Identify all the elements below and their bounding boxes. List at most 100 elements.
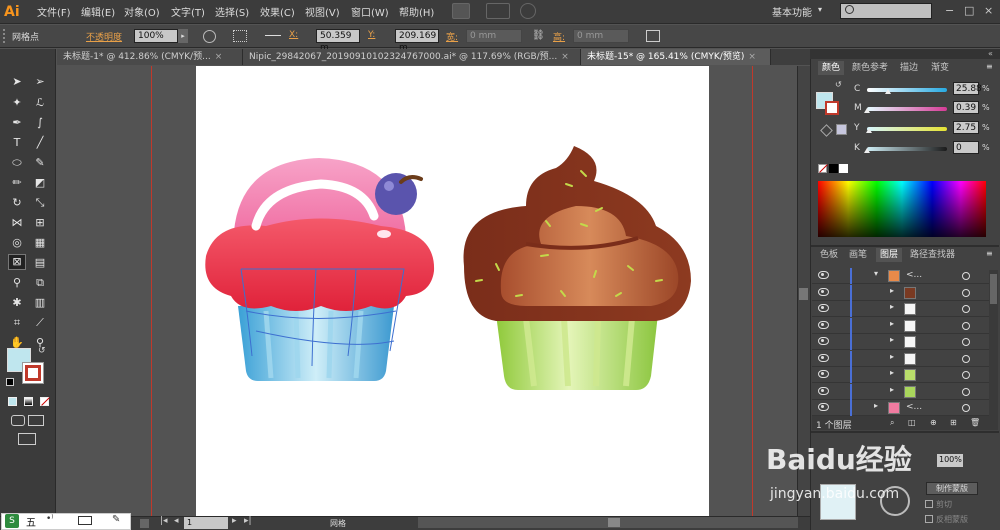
chocolate-cupcake[interactable] [463,146,691,390]
channel-y-value[interactable]: 2.75 [953,121,979,134]
restore-button[interactable]: □ [964,4,974,17]
ime-punctuation-icon[interactable]: •⁾ [46,514,54,524]
link-icon[interactable]: ⛓ [532,30,545,41]
scale-tool-icon[interactable]: ⤡ [33,196,47,210]
expand-right-icon[interactable]: ▸ [890,286,894,295]
menu-view[interactable]: 视图(V) [305,4,340,19]
ime-logo-icon[interactable]: S [5,514,19,528]
width-field[interactable]: 0 mm [466,29,522,43]
target-circle-icon[interactable] [962,288,970,297]
slice-tool-icon[interactable]: ⟋ [33,316,47,330]
menu-window[interactable]: 窗口(W) [351,4,389,19]
channel-c-slider[interactable] [867,88,947,92]
page-field[interactable]: 1 [184,517,228,529]
target-circle-icon[interactable] [962,305,970,313]
opacity-label[interactable]: 不透明度 [86,30,122,43]
visibility-eye-icon[interactable] [818,287,829,296]
visibility-eye-icon[interactable] [818,370,829,378]
invert-mask-checkbox[interactable] [925,515,933,523]
free-transform-tool-icon[interactable]: ⊞ [33,216,47,230]
color-spectrum[interactable] [818,181,986,237]
tab-document-1[interactable]: 未标题-1* @ 412.86% (CMYK/预... × [57,49,243,65]
height-field[interactable]: 0 mm [573,29,629,43]
artwork[interactable] [196,66,709,516]
target-circle-icon[interactable] [962,404,970,412]
rotate-tool-icon[interactable]: ↻ [10,196,24,210]
expand-down-icon[interactable]: ▾ [874,269,878,278]
recolor-icon[interactable] [203,30,216,43]
make-mask-button[interactable]: 制作蒙版 [926,482,978,495]
collapse-panel-icon[interactable]: « [988,49,993,58]
layers-scrollbar-thumb[interactable] [990,274,997,304]
minimize-button[interactable]: − [945,4,954,17]
visibility-eye-icon[interactable] [818,304,829,312]
clipping-mask-icon[interactable]: ◫ [908,418,916,427]
tab-pathfinder[interactable]: 路径查找器 [906,248,959,262]
menu-edit[interactable]: 编辑(E) [81,4,115,19]
delete-layer-icon[interactable]: 🗑 [970,418,980,427]
pink-cupcake[interactable] [205,158,435,381]
expand-right-icon[interactable]: ▸ [890,385,894,394]
tab-layers[interactable]: 图层 [876,248,903,262]
white-swatch[interactable] [839,164,848,173]
layer-row[interactable]: ▸ [812,383,998,400]
menu-object[interactable]: 对象(O) [124,4,160,19]
swap-colors-icon[interactable]: ↺ [835,80,842,89]
channel-k-slider[interactable] [867,147,947,151]
ime-mode[interactable]: 五 [26,514,36,529]
opacity-dropdown-icon[interactable]: ▸ [178,29,188,43]
layer-row[interactable]: ▸ [812,284,998,301]
zoom-dropdown[interactable] [140,519,149,528]
close-icon[interactable]: × [748,52,756,62]
target-circle-icon[interactable] [962,387,970,396]
eyedropper-tool-icon[interactable]: ⚲ [10,276,24,290]
mesh-tool-icon[interactable]: ⊠ [8,254,26,270]
expand-right-icon[interactable]: ▸ [890,319,894,328]
layer-row[interactable]: ▸ [812,367,998,383]
swap-fill-stroke-icon[interactable]: ↺ [38,346,46,356]
artboard-tool-icon[interactable]: ⌗ [10,316,24,330]
search-input[interactable] [840,3,932,19]
tab-document-2[interactable]: Nipic_29842067_20190910102324767000.ai* … [243,49,581,65]
line-tool-icon[interactable]: ╱ [33,136,47,150]
y-coordinate-field[interactable]: 209.169 m [395,29,439,53]
channel-m-slider[interactable] [867,107,947,111]
layer-row[interactable]: ▾ <... [812,268,998,284]
tab-stroke[interactable]: 描边 [896,61,922,75]
drawing-modes-icon[interactable] [11,415,25,426]
black-swatch[interactable] [829,164,838,173]
expand-right-icon[interactable]: ▸ [890,302,894,311]
tab-document-3[interactable]: 未标题-15* @ 165.41% (CMYK/预览) × [581,49,771,65]
target-circle-icon[interactable] [962,371,970,379]
visibility-eye-icon[interactable] [818,337,829,345]
menu-select[interactable]: 选择(S) [215,4,249,19]
selection-tool-icon[interactable]: ➤ [10,75,24,89]
menu-file[interactable]: 文件(F) [37,4,71,19]
layer-row[interactable]: ▸ [812,334,998,350]
close-icon[interactable]: × [561,52,569,62]
menu-effect[interactable]: 效果(C) [260,4,295,19]
bridge-icon[interactable] [452,3,470,19]
expand-right-icon[interactable]: ▸ [890,335,894,344]
align-icon[interactable] [265,35,281,36]
column-graph-tool-icon[interactable]: ▥ [33,296,47,310]
tab-swatches[interactable]: 色板 [816,248,842,262]
channel-y-slider[interactable] [867,127,947,131]
none-mode-icon[interactable] [40,397,50,406]
layer-name[interactable]: <... [906,402,922,412]
expand-right-icon[interactable]: ▸ [874,401,878,410]
visibility-eye-icon[interactable] [818,353,829,362]
layer-row[interactable]: ▸ [812,350,998,367]
direct-selection-tool-icon[interactable]: ➢ [33,75,47,89]
tab-gradient[interactable]: 渐变 [927,61,953,75]
panel-menu-icon[interactable]: ≡ [986,62,993,71]
locate-object-icon[interactable]: ⌕ [890,418,894,428]
blend-tool-icon[interactable]: ⧉ [33,276,47,290]
channel-y-thumb[interactable] [866,128,873,133]
perspective-grid-tool-icon[interactable]: ▦ [33,236,47,250]
grip-handle[interactable] [3,29,7,43]
gradient-mode-icon[interactable] [24,397,33,406]
pencil-tool-icon[interactable]: ✏ [10,176,24,190]
default-colors-icon[interactable] [6,378,14,386]
channel-c-thumb[interactable] [884,89,891,94]
